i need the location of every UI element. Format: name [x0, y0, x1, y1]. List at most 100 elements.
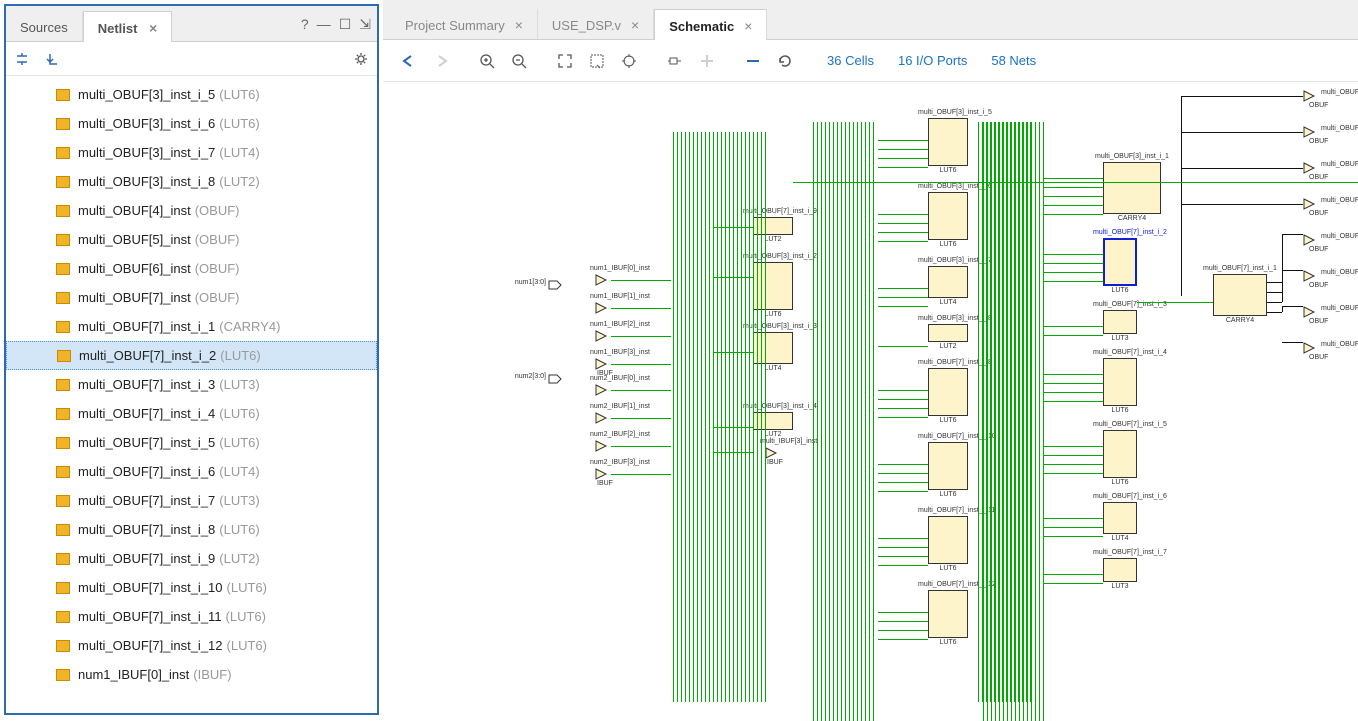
cell-name: multi_OBUF[7]_inst_i_7: [78, 493, 215, 508]
tree-item-multi-obuf-7--inst-i-2[interactable]: multi_OBUF[7]_inst_i_2 (LUT6): [6, 341, 377, 370]
schematic-cell[interactable]: [753, 262, 793, 310]
nav-forward-icon[interactable]: [425, 45, 457, 77]
cell-icon: [56, 408, 70, 420]
schematic-cell[interactable]: [928, 192, 968, 240]
schematic-cell[interactable]: [1103, 558, 1137, 582]
tree-item-multi-obuf-7--inst-i-10[interactable]: multi_OBUF[7]_inst_i_10 (LUT6): [6, 573, 377, 602]
tree-item-multi-obuf-3--inst-i-8[interactable]: multi_OBUF[3]_inst_i_8 (LUT2): [6, 167, 377, 196]
popout-icon[interactable]: ⇲: [359, 16, 371, 33]
help-icon[interactable]: ?: [301, 16, 309, 33]
schematic-cell[interactable]: [1103, 358, 1137, 406]
schematic-cell[interactable]: [928, 442, 968, 490]
collapse-all-icon[interactable]: [14, 51, 30, 67]
tab-use-dsp[interactable]: USE_DSP.v×: [538, 9, 654, 39]
tree-item-multi-obuf-7--inst-i-3[interactable]: multi_OBUF[7]_inst_i_3 (LUT3): [6, 370, 377, 399]
regenerate-icon[interactable]: [769, 45, 801, 77]
schematic-cell[interactable]: [928, 266, 968, 298]
tree-item-multi-obuf-3--inst-i-7[interactable]: multi_OBUF[3]_inst_i_7 (LUT4): [6, 138, 377, 167]
cell-type: (LUT4): [219, 464, 259, 479]
tab-sources[interactable]: Sources: [6, 12, 83, 41]
nets-link[interactable]: 58 Nets: [991, 53, 1036, 68]
schematic-cell[interactable]: [1213, 274, 1267, 316]
tree-item-multi-obuf-7--inst-i-4[interactable]: multi_OBUF[7]_inst_i_4 (LUT6): [6, 399, 377, 428]
schematic-cell[interactable]: [928, 590, 968, 638]
buffer-symbol[interactable]: [595, 412, 611, 427]
close-icon[interactable]: ×: [515, 17, 523, 33]
tree-item-multi-obuf-7--inst-i-6[interactable]: multi_OBUF[7]_inst_i_6 (LUT4): [6, 457, 377, 486]
cell-name-label: multi_OBUF[7]_inst_i_9: [743, 208, 803, 215]
schematic-cell[interactable]: [753, 412, 793, 430]
buffer-label: num1_IBUF[2]_inst: [590, 321, 650, 328]
schematic-cell[interactable]: [1103, 238, 1137, 286]
schematic-canvas[interactable]: num1[3:0]num1_IBUF[0]_instnum1_IBUF[1]_i…: [383, 82, 1358, 721]
tab-netlist[interactable]: Netlist ×: [83, 11, 173, 42]
tree-item-multi-obuf-7--inst-i-5[interactable]: multi_OBUF[7]_inst_i_5 (LUT6): [6, 428, 377, 457]
tree-item-multi-obuf-3--inst-i-6[interactable]: multi_OBUF[3]_inst_i_6 (LUT6): [6, 109, 377, 138]
schematic-cell[interactable]: [1103, 162, 1161, 214]
close-icon[interactable]: ×: [744, 18, 752, 34]
cell-type-label: CARRY4: [1103, 215, 1161, 222]
buffer-symbol[interactable]: [595, 330, 611, 345]
tree-item-multi-obuf-7--inst-i-9[interactable]: multi_OBUF[7]_inst_i_9 (LUT2): [6, 544, 377, 573]
tree-item-num1-ibuf-0--inst[interactable]: num1_IBUF[0]_inst (IBUF): [6, 660, 377, 689]
zoom-out-icon[interactable]: [503, 45, 535, 77]
schematic-cell[interactable]: [1103, 430, 1137, 478]
schematic-cell[interactable]: [1103, 310, 1137, 334]
tab-project-summary[interactable]: Project Summary×: [391, 9, 538, 39]
cell-type: (LUT4): [219, 145, 259, 160]
toggle-ports-icon[interactable]: [659, 45, 691, 77]
obuf-type: OBUF: [1309, 210, 1328, 217]
expand-tree-icon[interactable]: [44, 51, 60, 67]
schematic-cell[interactable]: [928, 368, 968, 416]
cells-link[interactable]: 36 Cells: [827, 53, 874, 68]
tree-item-multi-obuf-4--inst[interactable]: multi_OBUF[4]_inst (OBUF): [6, 196, 377, 225]
schematic-cell[interactable]: [928, 324, 968, 342]
schematic-cell[interactable]: [928, 118, 968, 166]
schematic-cell[interactable]: [753, 332, 793, 364]
tree-item-multi-obuf-6--inst[interactable]: multi_OBUF[6]_inst (OBUF): [6, 254, 377, 283]
cell-name: multi_OBUF[3]_inst_i_7: [78, 145, 215, 160]
tree-item-multi-obuf-3--inst-i-5[interactable]: multi_OBUF[3]_inst_i_5 (LUT6): [6, 80, 377, 109]
cell-type-label: LUT6: [1103, 407, 1137, 414]
maximize-icon[interactable]: ☐: [339, 16, 352, 33]
schematic-cell[interactable]: [1103, 502, 1137, 534]
close-icon[interactable]: ×: [631, 17, 639, 33]
buffer-symbol[interactable]: [595, 302, 611, 317]
autofit-icon[interactable]: [613, 45, 645, 77]
buffer-symbol[interactable]: [595, 274, 611, 289]
io-ports-link[interactable]: 16 I/O Ports: [898, 53, 967, 68]
cell-icon: [56, 118, 70, 130]
buffer-symbol[interactable]: [595, 440, 611, 455]
cell-icon: [56, 611, 70, 623]
select-area-icon[interactable]: [581, 45, 613, 77]
tab-schematic[interactable]: Schematic×: [654, 9, 767, 40]
tree-item-multi-obuf-7--inst-i-8[interactable]: multi_OBUF[7]_inst_i_8 (LUT6): [6, 515, 377, 544]
tree-item-multi-obuf-7--inst-i-12[interactable]: multi_OBUF[7]_inst_i_12 (LUT6): [6, 631, 377, 660]
buffer-label: num1_IBUF[0]_inst: [590, 265, 650, 272]
schematic-cell[interactable]: [753, 217, 793, 235]
netlist-tree[interactable]: multi_OBUF[3]_inst_i_5 (LUT6)multi_OBUF[…: [6, 76, 377, 713]
cell-type: (LUT6): [220, 348, 260, 363]
add-icon[interactable]: [691, 45, 723, 77]
schematic-cell[interactable]: [928, 516, 968, 564]
cell-name: multi_OBUF[7]_inst_i_2: [79, 348, 216, 363]
tree-item-multi-obuf-7--inst-i-1[interactable]: multi_OBUF[7]_inst_i_1 (CARRY4): [6, 312, 377, 341]
cell-icon: [56, 263, 70, 275]
settings-icon[interactable]: [353, 51, 369, 67]
minimize-icon[interactable]: —: [317, 16, 331, 33]
tree-item-multi-obuf-7--inst-i-11[interactable]: multi_OBUF[7]_inst_i_11 (LUT6): [6, 602, 377, 631]
remove-icon[interactable]: [737, 45, 769, 77]
buffer-symbol[interactable]: [595, 384, 611, 399]
zoom-fit-icon[interactable]: [549, 45, 581, 77]
tree-item-multi-obuf-5--inst[interactable]: multi_OBUF[5]_inst (OBUF): [6, 225, 377, 254]
cell-type-label: LUT6: [928, 491, 968, 498]
cell-name: multi_OBUF[5]_inst: [78, 232, 191, 247]
cell-type-label: LUT6: [928, 241, 968, 248]
close-icon[interactable]: ×: [149, 20, 157, 36]
nav-back-icon[interactable]: [393, 45, 425, 77]
tree-item-multi-obuf-7--inst-i-7[interactable]: multi_OBUF[7]_inst_i_7 (LUT3): [6, 486, 377, 515]
port-symbol[interactable]: [548, 279, 562, 293]
tree-item-multi-obuf-7--inst[interactable]: multi_OBUF[7]_inst (OBUF): [6, 283, 377, 312]
zoom-in-icon[interactable]: [471, 45, 503, 77]
port-symbol[interactable]: [548, 373, 562, 387]
